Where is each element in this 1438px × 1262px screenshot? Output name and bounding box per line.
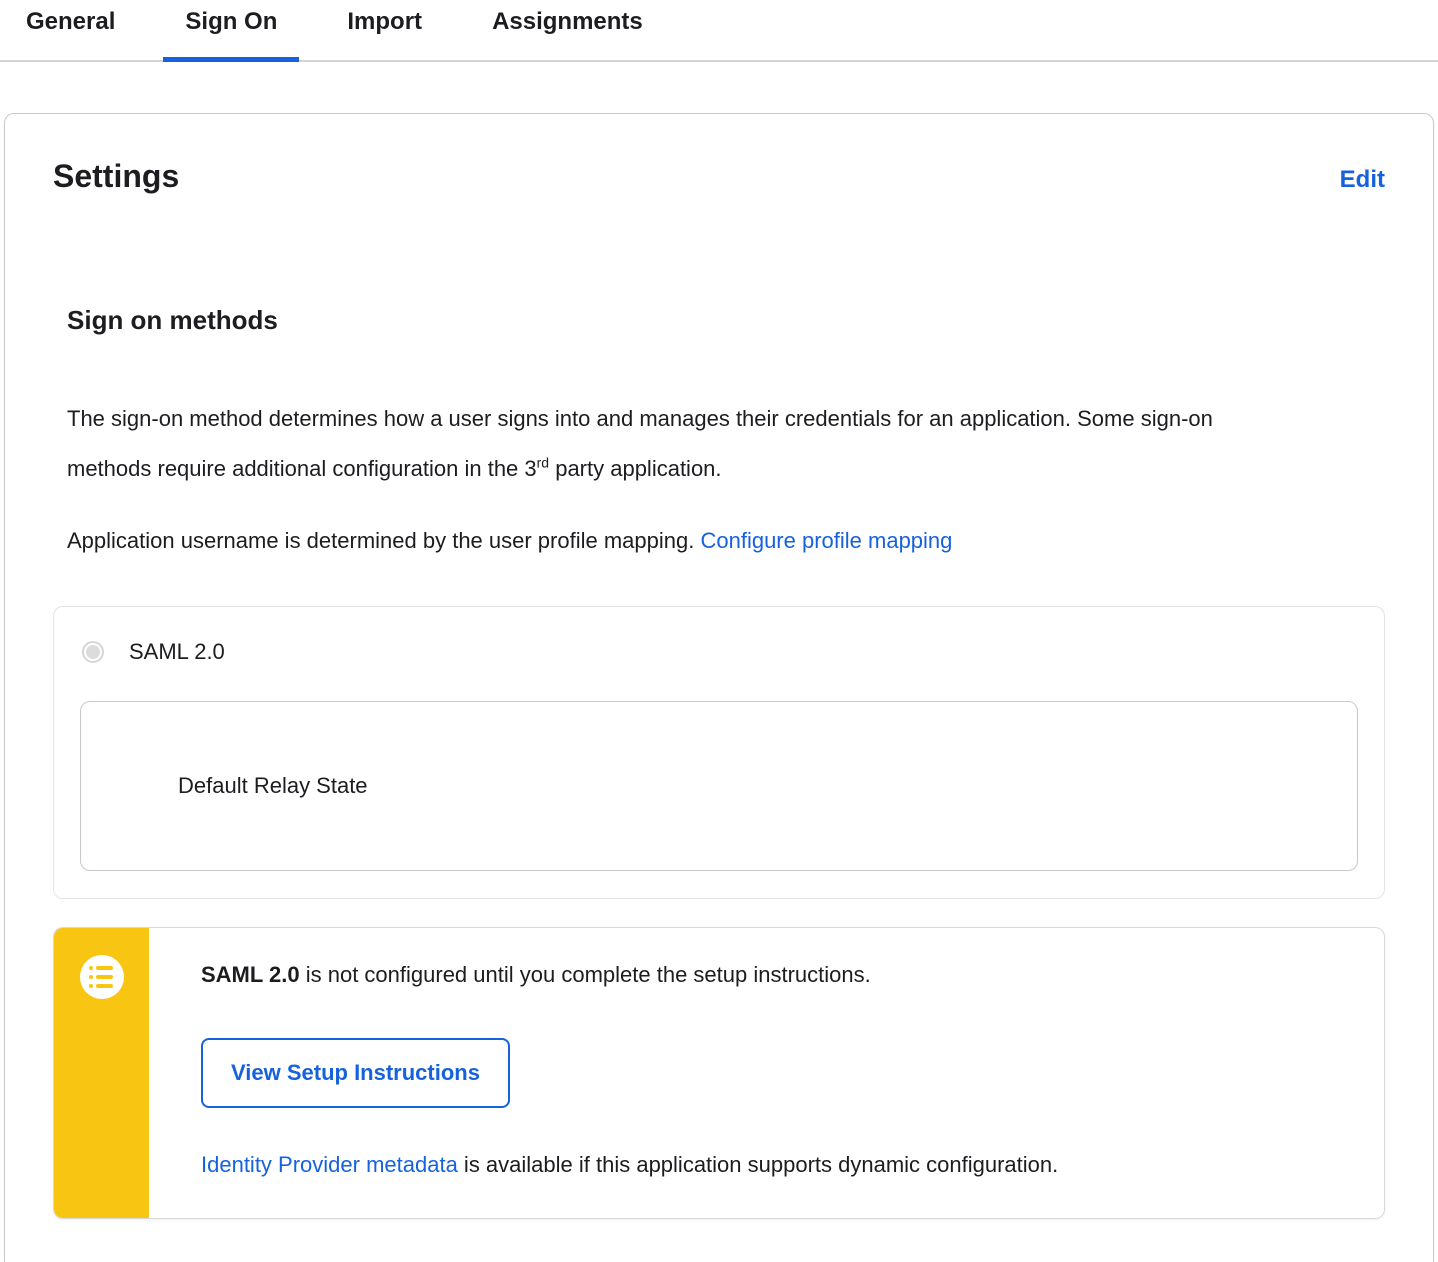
sign-on-methods-heading: Sign on methods [67, 305, 278, 335]
card-header: Settings Edit [53, 158, 1385, 195]
username-mapping-line: Application username is determined by th… [67, 516, 1222, 566]
settings-card: Settings Edit Sign on methods The sign-o… [4, 113, 1434, 1262]
list-icon-bar [95, 975, 113, 979]
list-icon-row [88, 966, 124, 970]
callout-content: SAML 2.0 is not configured until you com… [149, 928, 1384, 1218]
callout-method-name: SAML 2.0 [201, 962, 300, 987]
tab-import[interactable]: Import [325, 0, 444, 60]
callout-footer-text: is available if this application support… [457, 1152, 1059, 1177]
default-relay-state-row: Default Relay State [80, 701, 1358, 871]
saml-method-box: SAML 2.0 Default Relay State [53, 606, 1385, 899]
username-mapping-text: Application username is determined by th… [67, 528, 701, 553]
configure-profile-mapping-link[interactable]: Configure profile mapping [700, 528, 952, 553]
sign-on-method-description: The sign-on method determines how a user… [67, 394, 1222, 494]
default-relay-state-label: Default Relay State [178, 773, 368, 798]
tab-bar: General Sign On Import Assignments [0, 0, 1438, 62]
list-icon-bar [95, 984, 113, 988]
callout-message: SAML 2.0 is not configured until you com… [201, 960, 1344, 990]
tab-sign-on[interactable]: Sign On [163, 0, 300, 62]
sign-on-methods-section: Sign on methods The sign-on method deter… [53, 305, 1385, 566]
list-icon [79, 955, 124, 999]
edit-link[interactable]: Edit [1340, 166, 1385, 194]
ordinal-superscript: rd [536, 454, 550, 471]
list-icon-dot [88, 984, 93, 988]
list-icon-row [88, 975, 124, 979]
saml-setup-callout: SAML 2.0 is not configured until you com… [53, 927, 1385, 1219]
tab-assignments[interactable]: Assignments [470, 0, 665, 60]
callout-message-text: is not configured until you complete the… [299, 962, 871, 987]
list-icon-dot [88, 975, 93, 979]
identity-provider-metadata-link[interactable]: Identity Provider metadata [201, 1152, 458, 1177]
saml-radio-row: SAML 2.0 [82, 639, 1358, 665]
list-icon-row [88, 984, 124, 988]
tab-general[interactable]: General [4, 0, 137, 60]
description-text-tail: party application. [549, 456, 722, 481]
callout-accent-strip [54, 928, 149, 1218]
page-title: Settings [53, 158, 180, 194]
saml-radio-label: SAML 2.0 [129, 639, 225, 664]
view-setup-instructions-button[interactable]: View Setup Instructions [201, 1038, 510, 1108]
saml-radio-button[interactable] [82, 641, 104, 663]
list-icon-bar [95, 966, 113, 970]
list-icon-dot [88, 966, 93, 970]
callout-footer: Identity Provider metadata is available … [201, 1152, 1344, 1178]
